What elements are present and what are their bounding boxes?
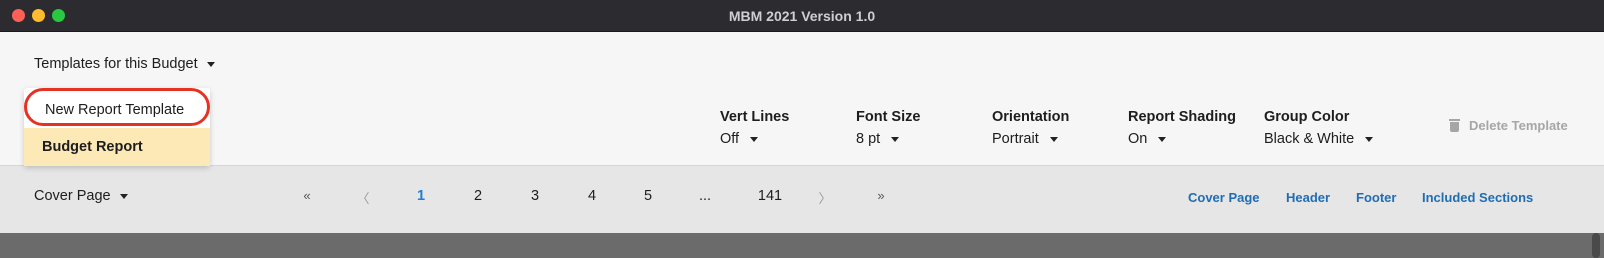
footer-link[interactable]: Footer [1356, 190, 1396, 205]
report-shading-label: Report Shading [1128, 109, 1236, 125]
new-report-template-item[interactable]: New Report Template [24, 88, 210, 126]
caret-down-icon [206, 61, 215, 67]
vert-lines-value: Off [720, 131, 740, 147]
templates-dropdown[interactable]: Templates for this Budget [34, 56, 215, 72]
delete-template-label: Delete Template [1469, 118, 1568, 133]
page-ellipsis: ... [698, 188, 712, 204]
page-2-button[interactable]: 2 [463, 188, 493, 204]
group-color-label: Group Color [1264, 109, 1350, 125]
vertical-scrollbar[interactable] [1592, 233, 1600, 258]
caret-down-icon [119, 193, 128, 199]
report-shading-dropdown[interactable]: On [1128, 131, 1236, 147]
orientation-value: Portrait [992, 131, 1039, 147]
cover-page-dropdown-label: Cover Page [34, 188, 111, 204]
caret-down-icon [891, 136, 900, 142]
report-toolbar: Templates for this Budget Vert Lines Off… [0, 32, 1604, 165]
page-1-button[interactable]: 1 [406, 188, 436, 204]
app-window: MBM 2021 Version 1.0 Templates for this … [0, 0, 1604, 258]
trash-icon [1449, 119, 1460, 132]
orientation-option: Orientation Portrait [992, 109, 1069, 147]
templates-menu: New Report Template Budget Report [24, 88, 210, 166]
vert-lines-option: Vert Lines Off [720, 109, 789, 147]
page-141-button[interactable]: 141 [750, 188, 790, 204]
caret-down-icon [1049, 136, 1058, 142]
vert-lines-label: Vert Lines [720, 109, 790, 125]
report-shading-value: On [1128, 131, 1148, 147]
prev-page-button[interactable]: 〈 [348, 188, 378, 207]
group-color-value: Black & White [1264, 131, 1355, 147]
first-page-button[interactable]: « [292, 188, 322, 203]
title-bar: MBM 2021 Version 1.0 [0, 0, 1604, 32]
orientation-dropdown[interactable]: Portrait [992, 131, 1069, 147]
group-color-option: Group Color Black & White [1264, 109, 1374, 147]
report-preview-area [0, 233, 1604, 258]
budget-report-item[interactable]: Budget Report [24, 128, 210, 166]
report-shading-option: Report Shading On [1128, 109, 1236, 147]
templates-dropdown-label: Templates for this Budget [34, 56, 198, 72]
orientation-label: Orientation [992, 109, 1070, 125]
cover-page-dropdown[interactable]: Cover Page [34, 188, 128, 204]
included-sections-link[interactable]: Included Sections [1422, 190, 1533, 205]
caret-down-icon [750, 136, 759, 142]
font-size-value: 8 pt [856, 131, 881, 147]
font-size-option: Font Size 8 pt [856, 109, 920, 147]
page-4-button[interactable]: 4 [577, 188, 607, 204]
cover-page-link[interactable]: Cover Page [1188, 190, 1260, 205]
delete-template-button[interactable]: Delete Template [1449, 118, 1568, 133]
font-size-dropdown[interactable]: 8 pt [856, 131, 920, 147]
section-bar: Cover Page « 〈 1 2 3 4 5 ... 141 〉 » Cov… [0, 165, 1604, 233]
caret-down-icon [1365, 136, 1374, 142]
header-link[interactable]: Header [1286, 190, 1330, 205]
vert-lines-dropdown[interactable]: Off [720, 131, 789, 147]
next-page-button[interactable]: 〉 [810, 188, 840, 207]
last-page-button[interactable]: » [866, 188, 896, 203]
window-title: MBM 2021 Version 1.0 [728, 8, 876, 24]
page-5-button[interactable]: 5 [633, 188, 663, 204]
page-3-button[interactable]: 3 [520, 188, 550, 204]
group-color-dropdown[interactable]: Black & White [1264, 131, 1374, 147]
font-size-label: Font Size [856, 109, 921, 125]
caret-down-icon [1158, 136, 1167, 142]
